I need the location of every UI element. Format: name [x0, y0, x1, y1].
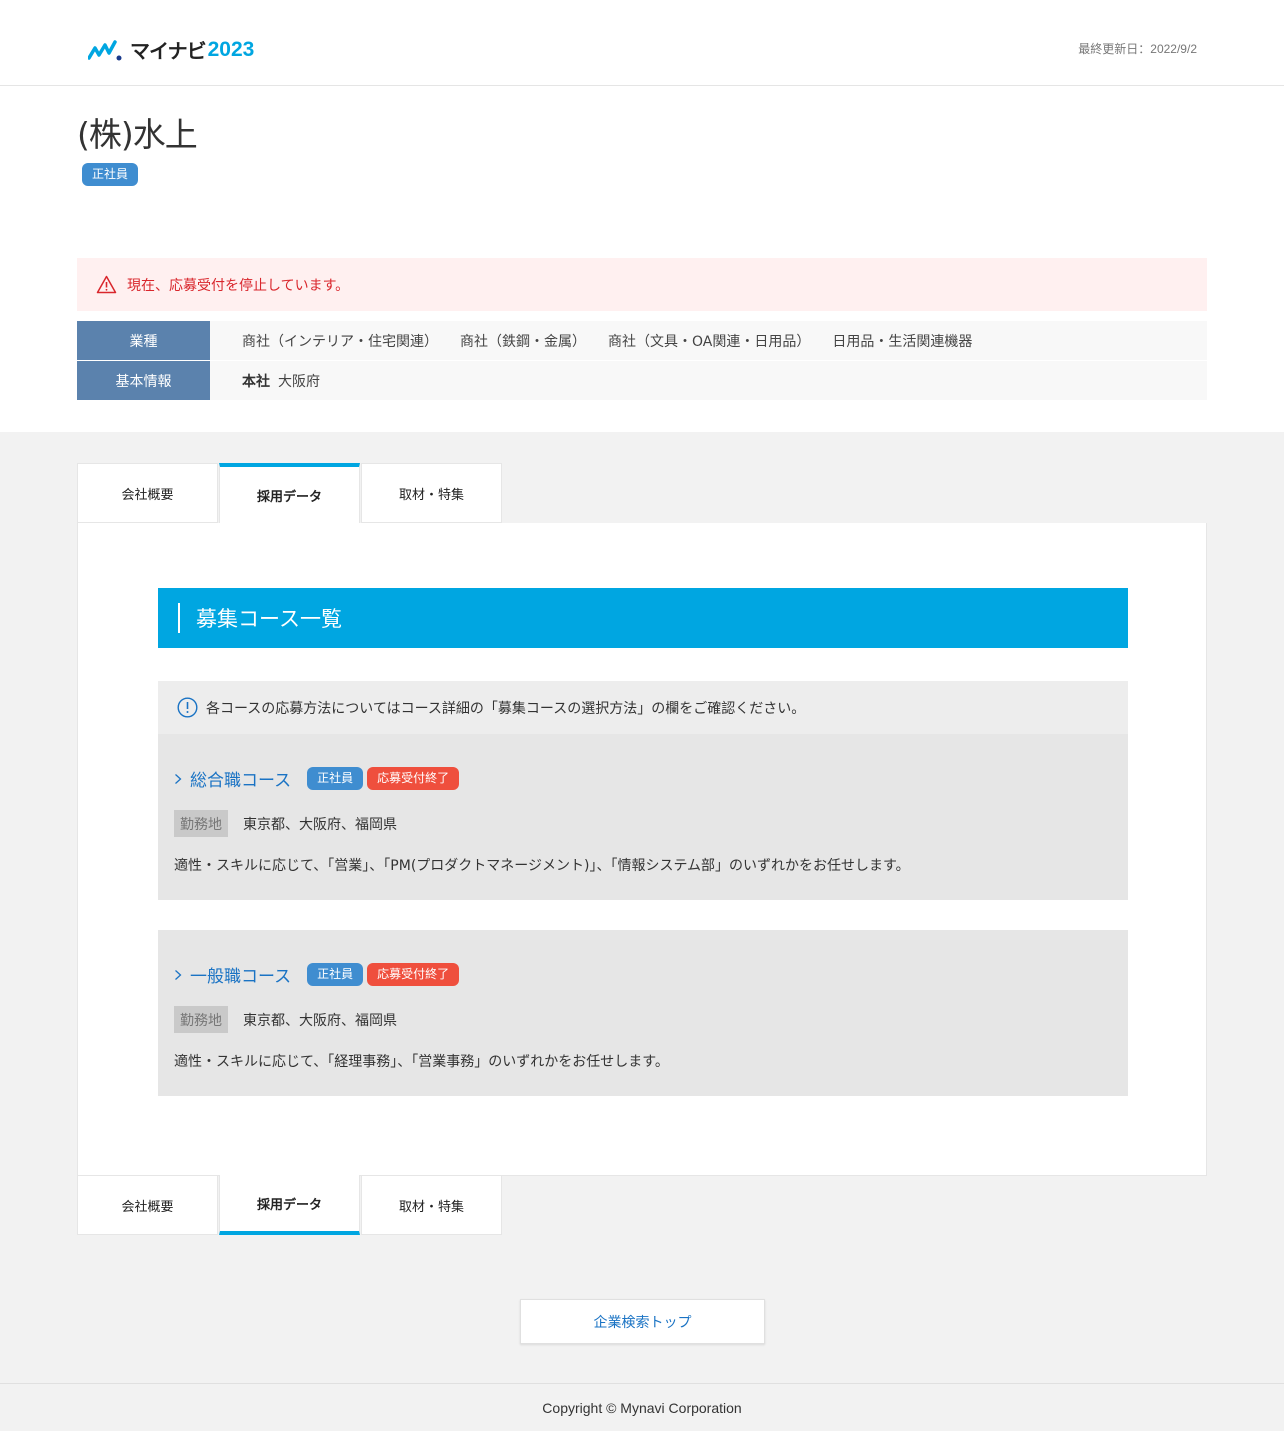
section-heading-text: 募集コース一覧	[196, 607, 342, 631]
section-heading: 募集コース一覧	[158, 588, 1128, 648]
basic-info-values: 本社 大阪府	[210, 361, 1207, 400]
tab-company-overview[interactable]: 会社概要	[77, 463, 218, 523]
work-location-value: 東京都、大阪府、福岡県	[243, 816, 397, 833]
employment-type-badge: 正社員	[82, 163, 139, 186]
industry-row: 業種 商社（インテリア・住宅関連） 商社（鉄鋼・金属） 商社（文具・OA関連・日…	[77, 321, 1207, 360]
work-location-value: 東京都、大阪府、福岡県	[243, 1012, 397, 1029]
industry-item: 商社（文具・OA関連・日用品）	[608, 333, 811, 350]
industry-item: 日用品・生活関連機器	[832, 333, 973, 350]
headquarters-value: 大阪府	[278, 373, 320, 390]
basic-info-row: 基本情報 本社 大阪府	[77, 361, 1207, 400]
employment-type-badge: 正社員	[307, 767, 364, 790]
application-closed-badge: 応募受付終了	[367, 767, 460, 790]
industry-values: 商社（インテリア・住宅関連） 商社（鉄鋼・金属） 商社（文具・OA関連・日用品）…	[210, 321, 1207, 360]
chevron-right-icon	[175, 969, 182, 980]
work-location-label: 勤務地	[174, 1006, 228, 1033]
company-name: (株)水上	[77, 115, 198, 154]
course-card: 一般職コース 正社員 応募受付終了 勤務地 東京都、大阪府、福岡県 適性・スキル…	[158, 930, 1128, 1096]
industry-item: 商社（インテリア・住宅関連）	[242, 333, 438, 350]
recruitment-panel: 募集コース一覧 各コースの応募方法についてはコース詳細の「募集コースの選択方法」…	[77, 523, 1207, 1176]
application-closed-alert: 現在、応募受付を停止しています。	[77, 258, 1207, 311]
course-description: 適性・スキルに応じて、「経理事務」、「営業事務」のいずれかをお任せします。	[174, 1054, 669, 1070]
company-search-top-button[interactable]: 企業検索トップ	[520, 1299, 765, 1344]
application-closed-badge: 応募受付終了	[367, 963, 460, 986]
course-header: 一般職コース 正社員 応募受付終了	[174, 962, 463, 987]
employment-type-badge: 正社員	[307, 963, 364, 986]
work-location: 勤務地 東京都、大阪府、福岡県	[174, 810, 397, 837]
basic-info-label: 基本情報	[77, 361, 210, 400]
last-updated-label: 最終更新日：	[1078, 42, 1151, 56]
last-updated: 最終更新日：2022/9/2	[1078, 40, 1197, 57]
course-card: 総合職コース 正社員 応募受付終了 勤務地 東京都、大阪府、福岡県 適性・スキル…	[158, 734, 1128, 900]
info-circle-icon	[177, 697, 198, 718]
alert-text: 現在、応募受付を停止しています。	[127, 277, 350, 294]
course-header: 総合職コース 正社員 応募受付終了	[174, 766, 463, 791]
industry-item: 商社（鉄鋼・金属）	[460, 333, 586, 350]
headquarters-label: 本社	[242, 373, 270, 390]
course-title-link[interactable]: 総合職コース	[190, 766, 291, 791]
last-updated-date: 2022/9/2	[1150, 42, 1197, 56]
tab-company-overview[interactable]: 会社概要	[77, 1175, 218, 1235]
work-location-label: 勤務地	[174, 810, 228, 837]
warning-icon	[96, 275, 117, 294]
heading-accent-bar	[178, 603, 180, 633]
chevron-right-icon	[175, 773, 182, 784]
tab-bar-top: 会社概要 採用データ 取材・特集	[77, 463, 503, 524]
mynavi-logo[interactable]: マイナビ 2023	[88, 35, 254, 64]
work-location: 勤務地 東京都、大阪府、福岡県	[174, 1006, 397, 1033]
application-notice: 各コースの応募方法についてはコース詳細の「募集コースの選択方法」の欄をご確認くだ…	[158, 681, 1128, 734]
course-description: 適性・スキルに応じて、「営業」、「PM(プロダクトマネージメント)」、「情報シス…	[174, 858, 910, 874]
tab-recruitment-data[interactable]: 採用データ	[219, 1175, 360, 1235]
tab-interviews-features[interactable]: 取材・特集	[361, 463, 502, 523]
company-info-table: 業種 商社（インテリア・住宅関連） 商社（鉄鋼・金属） 商社（文具・OA関連・日…	[77, 321, 1207, 401]
logo-year-text: 2023	[207, 37, 255, 61]
industry-label: 業種	[77, 321, 210, 360]
logo-brand-text: マイナビ	[130, 39, 207, 63]
footer-copyright: Copyright © Mynavi Corporation	[0, 1383, 1284, 1431]
site-header: マイナビ 2023 最終更新日：2022/9/2	[0, 0, 1284, 86]
mynavi-wave-icon	[88, 39, 122, 60]
tab-recruitment-data[interactable]: 採用データ	[219, 463, 360, 524]
tab-interviews-features[interactable]: 取材・特集	[361, 1175, 502, 1235]
notice-text: 各コースの応募方法についてはコース詳細の「募集コースの選択方法」の欄をご確認くだ…	[206, 700, 806, 717]
tab-bar-bottom: 会社概要 採用データ 取材・特集	[77, 1175, 503, 1235]
course-title-link[interactable]: 一般職コース	[190, 962, 291, 987]
